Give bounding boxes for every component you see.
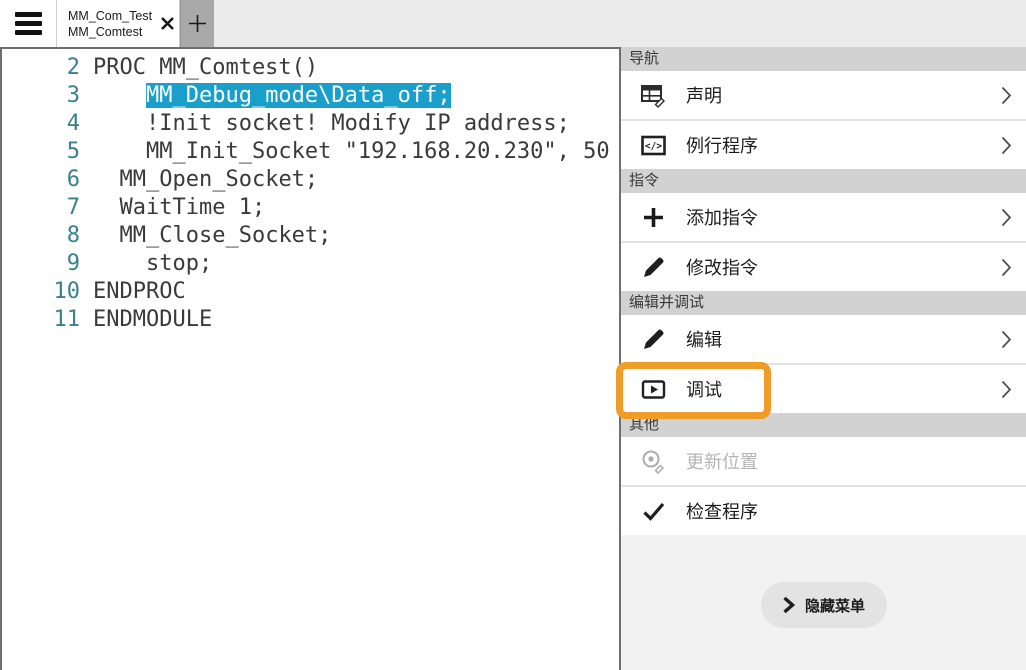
line-number: 6	[2, 166, 80, 194]
menu-item-check-program[interactable]: 检查程序	[621, 487, 1026, 535]
code-indent	[93, 111, 146, 136]
menu-item-update-position: 更新位置	[621, 437, 1026, 485]
menu-item-label: 添加指令	[686, 204, 758, 230]
code-text: ENDPROC	[93, 279, 186, 304]
code-line[interactable]: 7 WaitTime 1;	[2, 194, 619, 222]
section-header-other: 其他	[621, 413, 1026, 437]
code-line[interactable]: 5 MM_Init_Socket "192.168.20.230", 50	[2, 138, 619, 166]
code-text: MM_Init_Socket "192.168.20.230", 50	[146, 139, 610, 164]
modify-icon	[640, 254, 667, 281]
chevron-right-icon	[1001, 330, 1012, 349]
tab-title-line2: MM_Comtest	[68, 25, 152, 39]
chevron-right-icon	[1001, 258, 1012, 277]
line-number: 7	[2, 194, 80, 222]
close-icon	[160, 16, 175, 31]
chevron-right-icon	[1001, 136, 1012, 155]
hide-menu-label: 隐藏菜单	[805, 595, 865, 616]
line-number: 11	[2, 306, 80, 334]
code-line[interactable]: 6 MM_Open_Socket;	[2, 166, 619, 194]
menu-item-label: 更新位置	[686, 448, 758, 474]
line-number: 8	[2, 222, 80, 250]
code-text: MM_Open_Socket;	[120, 167, 319, 192]
code-line[interactable]: 11 ENDMODULE	[2, 306, 619, 334]
menu-item-label: 调试	[686, 376, 722, 402]
code-text: PROC MM_Comtest()	[93, 55, 318, 80]
line-number: 5	[2, 138, 80, 166]
code-indent	[93, 223, 120, 248]
code-indent	[93, 83, 146, 108]
code-text-highlighted: MM_Debug_mode\Data_off;	[146, 83, 451, 108]
add-icon	[640, 204, 667, 231]
code-line-selected[interactable]: 3 MM_Debug_mode\Data_off;	[2, 82, 619, 110]
program-editor-menu-panel: 导航 声明 </> 例行程序 指令	[621, 47, 1026, 670]
hamburger-icon	[15, 12, 42, 35]
code-text: ENDMODULE	[93, 307, 212, 332]
line-number: 9	[2, 250, 80, 278]
tab-strip-empty-area	[214, 0, 1026, 47]
code-line[interactable]: 8 MM_Close_Socket;	[2, 222, 619, 250]
top-bar: MM_Com_Test MM_Comtest	[0, 0, 1026, 47]
section-header-instructions: 指令	[621, 169, 1026, 193]
edit-icon	[640, 326, 667, 353]
debug-icon	[640, 376, 667, 403]
menu-item-edit[interactable]: 编辑	[621, 315, 1026, 363]
code-indent	[93, 139, 146, 164]
line-number: 10	[2, 278, 80, 306]
line-number: 4	[2, 110, 80, 138]
code-line[interactable]: 4 !Init socket! Modify IP address;	[2, 110, 619, 138]
chevron-right-icon	[1001, 208, 1012, 227]
tab-title-line1: MM_Com_Test	[68, 9, 152, 23]
chevron-right-bold-icon	[782, 596, 795, 614]
code-text: MM_Close_Socket;	[120, 223, 332, 248]
code-editor[interactable]: 2 PROC MM_Comtest() 3 MM_Debug_mode\Data_…	[0, 47, 621, 670]
menu-item-label: 修改指令	[686, 254, 758, 280]
code-text: !Init socket! Modify IP address;	[146, 111, 570, 136]
code-line[interactable]: 10 ENDPROC	[2, 278, 619, 306]
update-position-icon	[640, 448, 667, 475]
tab-mm-comtest[interactable]: MM_Com_Test MM_Comtest	[57, 0, 179, 47]
main-menu-button[interactable]	[0, 0, 56, 47]
menu-item-add-instruction[interactable]: 添加指令	[621, 193, 1026, 241]
section-header-navigation: 导航	[621, 47, 1026, 71]
menu-item-label: 检查程序	[686, 498, 758, 524]
menu-item-debug[interactable]: 调试	[621, 365, 1026, 413]
menu-item-label: 编辑	[686, 326, 722, 352]
menu-item-modify-instruction[interactable]: 修改指令	[621, 243, 1026, 291]
panel-footer: 隐藏菜单	[621, 535, 1026, 670]
code-line[interactable]: 2 PROC MM_Comtest()	[2, 54, 619, 82]
plus-icon	[188, 14, 207, 33]
line-number: 2	[2, 54, 80, 82]
line-number: 3	[2, 82, 80, 110]
check-icon	[640, 498, 667, 525]
new-tab-button[interactable]	[180, 0, 214, 47]
code-line[interactable]: 9 stop;	[2, 250, 619, 278]
code-text: stop;	[146, 251, 212, 276]
menu-item-label: 声明	[686, 82, 722, 108]
menu-item-declaration[interactable]: 声明	[621, 71, 1026, 119]
hide-menu-button[interactable]: 隐藏菜单	[761, 582, 887, 628]
menu-item-label: 例行程序	[686, 132, 758, 158]
tab-close-button[interactable]	[157, 13, 177, 33]
routine-icon: </>	[640, 132, 667, 159]
code-indent	[93, 195, 120, 220]
declaration-icon	[640, 82, 667, 109]
menu-item-routines[interactable]: </> 例行程序	[621, 121, 1026, 169]
section-header-edit-debug: 编辑并调试	[621, 291, 1026, 315]
chevron-right-icon	[1001, 86, 1012, 105]
routine-icon-glyph: </>	[645, 141, 662, 152]
code-text: WaitTime 1;	[120, 195, 266, 220]
chevron-right-icon	[1001, 380, 1012, 399]
code-indent	[93, 251, 146, 276]
code-indent	[93, 167, 120, 192]
